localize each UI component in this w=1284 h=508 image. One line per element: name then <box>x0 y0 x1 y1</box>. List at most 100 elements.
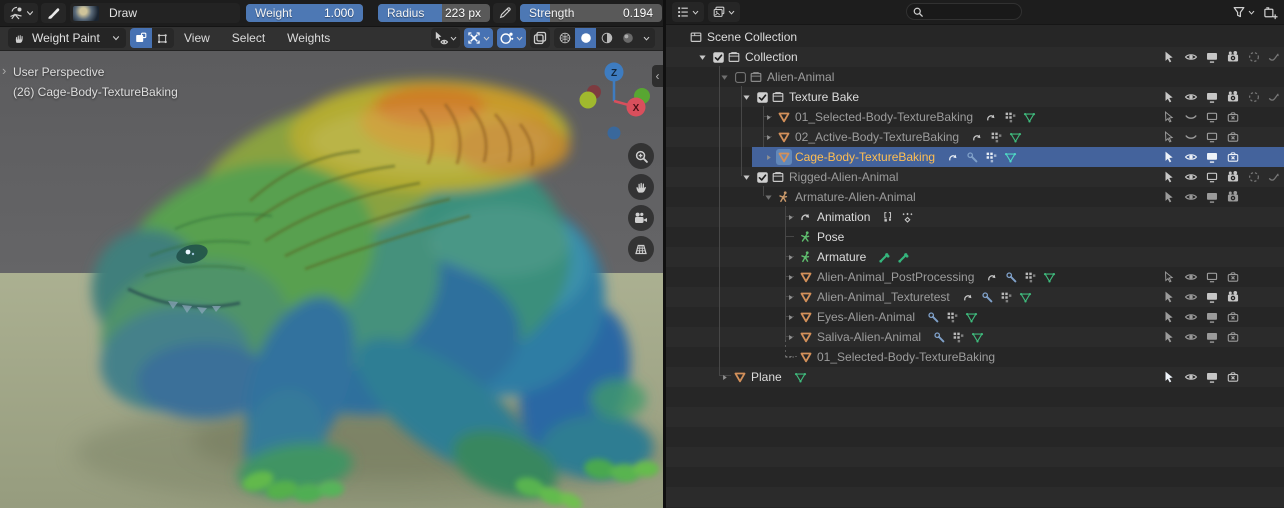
outliner-row[interactable]: Animation <box>666 207 1284 227</box>
expander[interactable] <box>782 329 798 345</box>
outliner-row[interactable]: Armature-Alien-Animal <box>666 187 1284 207</box>
cursor-toggle-icon[interactable] <box>1162 290 1176 304</box>
outliner-row[interactable]: 01_Selected-Body-TextureBaking <box>666 347 1284 367</box>
screen-toggle-icon[interactable] <box>1205 170 1219 184</box>
expander[interactable] <box>782 309 798 325</box>
eye-toggle-icon[interactable] <box>1184 170 1198 184</box>
camera-x-toggle-icon[interactable] <box>1226 330 1240 344</box>
outliner-row[interactable]: Texture Bake <box>666 87 1284 107</box>
pan-button[interactable] <box>628 174 654 200</box>
camera-toggle-icon[interactable] <box>1226 50 1240 64</box>
outliner-row[interactable]: Scene Collection <box>666 27 1284 47</box>
expander[interactable] <box>760 189 776 205</box>
viewport-canvas[interactable]: User Perspective (26) Cage-Body-TextureB… <box>0 51 663 508</box>
outliner-row[interactable]: Plane <box>666 367 1284 387</box>
cursor-toggle-icon[interactable] <box>1162 130 1176 144</box>
holdout-toggle-icon[interactable] <box>1247 50 1261 64</box>
expander[interactable] <box>782 269 798 285</box>
collection-checkbox[interactable] <box>754 169 770 185</box>
search-input[interactable] <box>928 5 1012 18</box>
camera-x-toggle-icon[interactable] <box>1226 370 1240 384</box>
mode-selector[interactable]: Weight Paint <box>8 28 126 48</box>
shading-solid-button[interactable] <box>575 28 596 48</box>
menu-select[interactable]: Select <box>228 28 269 48</box>
outliner-editor-type-button[interactable] <box>672 2 704 22</box>
navigation-gizmo[interactable]: Z X <box>570 53 660 143</box>
indirect-toggle-icon[interactable] <box>1267 90 1281 104</box>
eye-closed-toggle-icon[interactable] <box>1184 130 1198 144</box>
outliner-row[interactable]: Collection <box>666 47 1284 67</box>
screen-toggle-icon[interactable] <box>1205 130 1219 144</box>
show-overlays-button[interactable] <box>497 28 526 48</box>
indirect-toggle-icon[interactable] <box>1267 50 1281 64</box>
outliner-row[interactable]: Pose <box>666 227 1284 247</box>
eye-toggle-icon[interactable] <box>1184 370 1198 384</box>
screen-toggle-icon[interactable] <box>1205 50 1219 64</box>
camera-x-toggle-icon[interactable] <box>1226 110 1240 124</box>
expander[interactable] <box>760 129 776 145</box>
holdout-toggle-icon[interactable] <box>1247 90 1261 104</box>
toolbar-expand-arrow[interactable]: › <box>2 63 6 78</box>
expander[interactable] <box>760 149 776 165</box>
screen-toggle-icon[interactable] <box>1205 270 1219 284</box>
shading-wireframe-button[interactable] <box>554 28 575 48</box>
screen-toggle-icon[interactable] <box>1205 290 1219 304</box>
editor-type-button[interactable] <box>4 3 38 23</box>
holdout-toggle-icon[interactable] <box>1247 170 1261 184</box>
cursor-toggle-icon[interactable] <box>1162 150 1176 164</box>
collection-checkbox[interactable] <box>754 89 770 105</box>
cursor-toggle-icon[interactable] <box>1162 170 1176 184</box>
expander[interactable] <box>716 69 732 85</box>
eye-toggle-icon[interactable] <box>1184 190 1198 204</box>
radius-pressure-button[interactable] <box>493 3 516 23</box>
outliner-row[interactable]: Alien-Animal_PostProcessing <box>666 267 1284 287</box>
new-collection-button[interactable] <box>1260 2 1280 22</box>
eye-toggle-icon[interactable] <box>1184 310 1198 324</box>
eye-toggle-icon[interactable] <box>1184 50 1198 64</box>
camera-toggle-icon[interactable] <box>1226 290 1240 304</box>
screen-toggle-icon[interactable] <box>1205 90 1219 104</box>
screen-toggle-icon[interactable] <box>1205 310 1219 324</box>
outliner-row[interactable]: Alien-Animal_Texturetest <box>666 287 1284 307</box>
shading-rendered-button[interactable] <box>617 28 638 48</box>
screen-toggle-icon[interactable] <box>1205 190 1219 204</box>
cursor-toggle-icon[interactable] <box>1162 270 1176 284</box>
expander[interactable] <box>694 49 710 65</box>
camera-toggle-icon[interactable] <box>1226 190 1240 204</box>
screen-toggle-icon[interactable] <box>1205 370 1219 384</box>
shading-material-button[interactable] <box>596 28 617 48</box>
eye-toggle-icon[interactable] <box>1184 290 1198 304</box>
eye-toggle-icon[interactable] <box>1184 150 1198 164</box>
eye-closed-toggle-icon[interactable] <box>1184 110 1198 124</box>
expander[interactable] <box>716 369 732 385</box>
object-type-visibility-button[interactable] <box>431 28 460 48</box>
cursor-toggle-icon[interactable] <box>1162 50 1176 64</box>
screen-toggle-icon[interactable] <box>1205 110 1219 124</box>
toggle-xray-button[interactable] <box>530 28 550 48</box>
screen-toggle-icon[interactable] <box>1205 330 1219 344</box>
camera-view-button[interactable] <box>628 205 654 231</box>
cursor-toggle-icon[interactable] <box>1162 190 1176 204</box>
eye-toggle-icon[interactable] <box>1184 90 1198 104</box>
display-mode-button[interactable] <box>708 2 740 22</box>
outliner-search[interactable] <box>906 3 1022 20</box>
brush-selector[interactable]: Draw <box>70 3 240 23</box>
menu-view[interactable]: View <box>180 28 214 48</box>
cursor-toggle-icon[interactable] <box>1162 370 1176 384</box>
shading-dropdown-button[interactable] <box>638 28 655 48</box>
collection-checkbox[interactable] <box>710 49 726 65</box>
expander[interactable] <box>782 289 798 305</box>
camera-x-toggle-icon[interactable] <box>1226 130 1240 144</box>
camera-x-toggle-icon[interactable] <box>1226 310 1240 324</box>
camera-toggle-icon[interactable] <box>1226 170 1240 184</box>
cursor-toggle-icon[interactable] <box>1162 90 1176 104</box>
face-mask-toggle[interactable] <box>130 28 152 48</box>
expander[interactable] <box>738 89 754 105</box>
show-gizmos-button[interactable] <box>464 28 493 48</box>
strength-slider[interactable]: Strength 0.194 <box>520 4 662 22</box>
camera-toggle-icon[interactable] <box>1226 90 1240 104</box>
outliner-row[interactable]: Armature <box>666 247 1284 267</box>
expander[interactable] <box>738 169 754 185</box>
menu-weights[interactable]: Weights <box>283 28 334 48</box>
screen-toggle-icon[interactable] <box>1205 150 1219 164</box>
